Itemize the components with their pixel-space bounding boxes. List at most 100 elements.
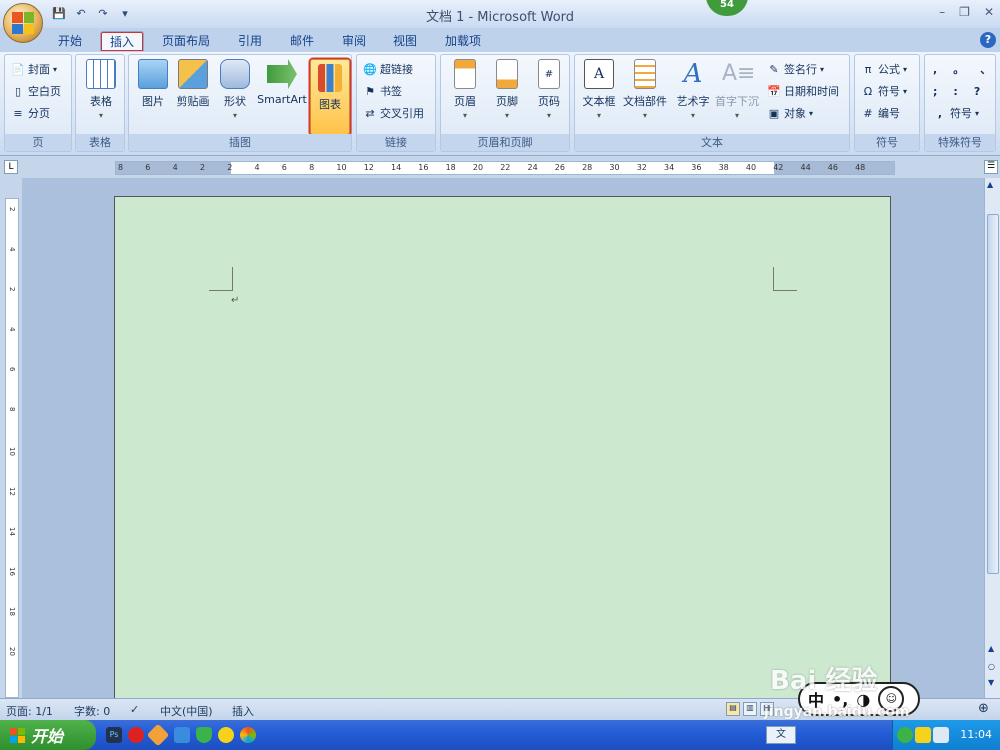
scroll-up-icon[interactable]: ▲ <box>987 180 993 189</box>
close-icon[interactable]: ✕ <box>984 5 994 19</box>
ruler-tick-label: 22 <box>500 163 511 172</box>
language-bar[interactable]: 文 <box>766 726 796 744</box>
tray-app-icon[interactable] <box>897 727 913 743</box>
chart-button[interactable]: 图表 <box>310 59 350 135</box>
word-count[interactable]: 字数: 0 <box>74 703 110 719</box>
photoshop-icon[interactable]: Ps <box>106 727 122 743</box>
browser-icon[interactable] <box>174 727 190 743</box>
date-time-button[interactable]: 📅 日期和时间 <box>767 81 839 101</box>
next-page-icon[interactable]: ▼ <box>988 678 994 687</box>
minimize-icon[interactable]: – <box>939 5 945 19</box>
blank-page-icon: ▯ <box>14 84 22 98</box>
bookmark-icon: ⚑ <box>365 84 375 98</box>
cross-reference-button[interactable]: ⇄ 交叉引用 <box>363 103 424 123</box>
pi-icon: π <box>864 62 872 76</box>
ruler-tick-label: 4 <box>254 163 260 172</box>
document-area: ↵ <box>22 178 984 706</box>
ruler-tick-label: 6 <box>281 163 287 172</box>
office-button[interactable] <box>3 3 43 43</box>
clipart-button[interactable]: 剪贴画 <box>171 59 215 109</box>
document-page[interactable]: ↵ <box>114 196 891 706</box>
language-indicator[interactable]: 中文(中国) <box>160 703 213 719</box>
signature-line-button[interactable]: ✎ 签名行 ▾ <box>767 59 824 79</box>
smartart-button[interactable]: SmartArt <box>255 59 309 106</box>
equation-button[interactable]: π 公式 ▾ <box>861 59 907 79</box>
windows-logo-icon <box>10 727 25 743</box>
picture-button[interactable]: 图片 <box>131 59 175 109</box>
title-bar: 文档 1 - Microsoft Word 💾 ↶ ↷ ▾ 54 – ❐ ✕ <box>0 0 1000 28</box>
ruler-tick-label: 26 <box>554 163 565 172</box>
semicolon-symbol[interactable]: ; <box>933 85 937 98</box>
customize-qat-icon[interactable]: ▾ <box>116 5 134 21</box>
ruler-tick-label: 38 <box>718 163 729 172</box>
textbox-button[interactable]: A 文本框 ▾ <box>577 59 621 120</box>
bookmark-button[interactable]: ⚑ 书签 <box>363 81 402 101</box>
footer-button[interactable]: 页脚 ▾ <box>485 59 529 120</box>
table-button[interactable]: 表格 ▾ <box>79 59 123 120</box>
header-button[interactable]: 页眉 ▾ <box>443 59 487 120</box>
vruler-tick-label: 16 <box>8 567 16 576</box>
start-button[interactable]: 开始 <box>0 720 96 750</box>
vertical-ruler[interactable]: 2 4 2 4 6 8 10 12 14 16 18 20 <box>5 198 19 698</box>
system-tray: 11:04 <box>892 720 1000 750</box>
hyperlink-button[interactable]: 🌐 超链接 <box>363 59 413 79</box>
plus-app-icon[interactable] <box>218 727 234 743</box>
undo-icon[interactable]: ↶ <box>72 5 90 21</box>
pinwheel-app-icon[interactable] <box>240 727 256 743</box>
page-break-icon: ≡ <box>13 106 23 120</box>
blank-page-button[interactable]: ▯ 空白页 <box>11 81 61 101</box>
group-label-header-footer: 页眉和页脚 <box>441 134 569 151</box>
tab-review[interactable]: 审阅 <box>332 31 376 51</box>
tray-shield-icon[interactable] <box>915 727 931 743</box>
symbol-button[interactable]: Ω 符号 ▾ <box>861 81 907 101</box>
tab-addins[interactable]: 加载项 <box>436 31 490 51</box>
globe-link-icon: 🌐 <box>363 62 377 76</box>
tray-network-icon[interactable] <box>933 727 949 743</box>
insert-mode-indicator[interactable]: 插入 <box>232 703 254 719</box>
restore-icon[interactable]: ❐ <box>959 5 970 19</box>
page-number-button[interactable]: # 页码 ▾ <box>527 59 571 120</box>
tab-home[interactable]: 开始 <box>48 31 92 51</box>
enum-comma-symbol[interactable]: 、 <box>980 61 991 77</box>
scrollbar-thumb[interactable] <box>987 214 999 574</box>
ruler-toggle-icon[interactable]: ☰ <box>984 160 998 174</box>
clock[interactable]: 11:04 <box>960 728 992 741</box>
period-symbol[interactable]: 。 <box>953 61 964 77</box>
colon-symbol[interactable]: : <box>953 85 957 98</box>
page-break-button[interactable]: ≡ 分页 <box>11 103 50 123</box>
tab-references[interactable]: 引用 <box>228 31 272 51</box>
quick-parts-button[interactable]: 文档部件 ▾ <box>621 59 669 120</box>
tab-mailings[interactable]: 邮件 <box>280 31 324 51</box>
comma-symbol[interactable]: , <box>933 63 937 76</box>
group-label-links: 链接 <box>357 134 435 151</box>
help-icon[interactable]: ? <box>980 32 996 48</box>
tab-page-layout[interactable]: 页面布局 <box>156 31 216 51</box>
tab-selector[interactable]: L <box>4 160 18 174</box>
save-icon[interactable]: 💾 <box>50 5 68 21</box>
page-count[interactable]: 页面: 1/1 <box>6 703 53 719</box>
qq-browser-icon[interactable] <box>128 727 144 743</box>
shapes-button[interactable]: 形状 ▾ <box>213 59 257 120</box>
object-button[interactable]: ▣ 对象 ▾ <box>767 103 813 123</box>
print-layout-icon[interactable]: ▤ <box>726 702 740 716</box>
vertical-scrollbar[interactable]: ▲ ▲ ○ ▼ <box>984 178 1000 698</box>
wordart-button[interactable]: A 艺术字 ▾ <box>671 59 715 120</box>
horizontal-ruler[interactable]: 8 6 4 2 2 4 6 8 10 12 14 16 18 20 22 24 26 28 30 32 34 36 38 40… <box>115 161 895 175</box>
prev-page-icon[interactable]: ▲ <box>988 644 994 653</box>
special-symbol-button[interactable]: , 符号 ▾ <box>933 103 979 123</box>
app-launcher-icon[interactable] <box>146 723 170 747</box>
redo-icon[interactable]: ↷ <box>94 5 112 21</box>
drop-cap-button[interactable]: A≡ 首字下沉 ▾ <box>713 59 761 120</box>
question-symbol[interactable]: ? <box>974 85 980 98</box>
textbox-icon: A <box>584 59 614 89</box>
browse-object-icon[interactable]: ○ <box>988 662 995 671</box>
security-shield-icon[interactable] <box>196 727 212 743</box>
vruler-tick-label: 10 <box>8 447 16 456</box>
tab-insert[interactable]: 插入 <box>100 31 144 51</box>
numbering-button[interactable]: # 编号 <box>861 103 900 123</box>
full-screen-reading-icon[interactable]: ▥ <box>743 702 757 716</box>
proofing-icon[interactable]: ✓ <box>130 703 139 716</box>
zoom-in-icon[interactable]: ⊕ <box>978 701 989 716</box>
cover-page-button[interactable]: 📄 封面 ▾ <box>11 59 57 79</box>
tab-view[interactable]: 视图 <box>383 31 427 51</box>
